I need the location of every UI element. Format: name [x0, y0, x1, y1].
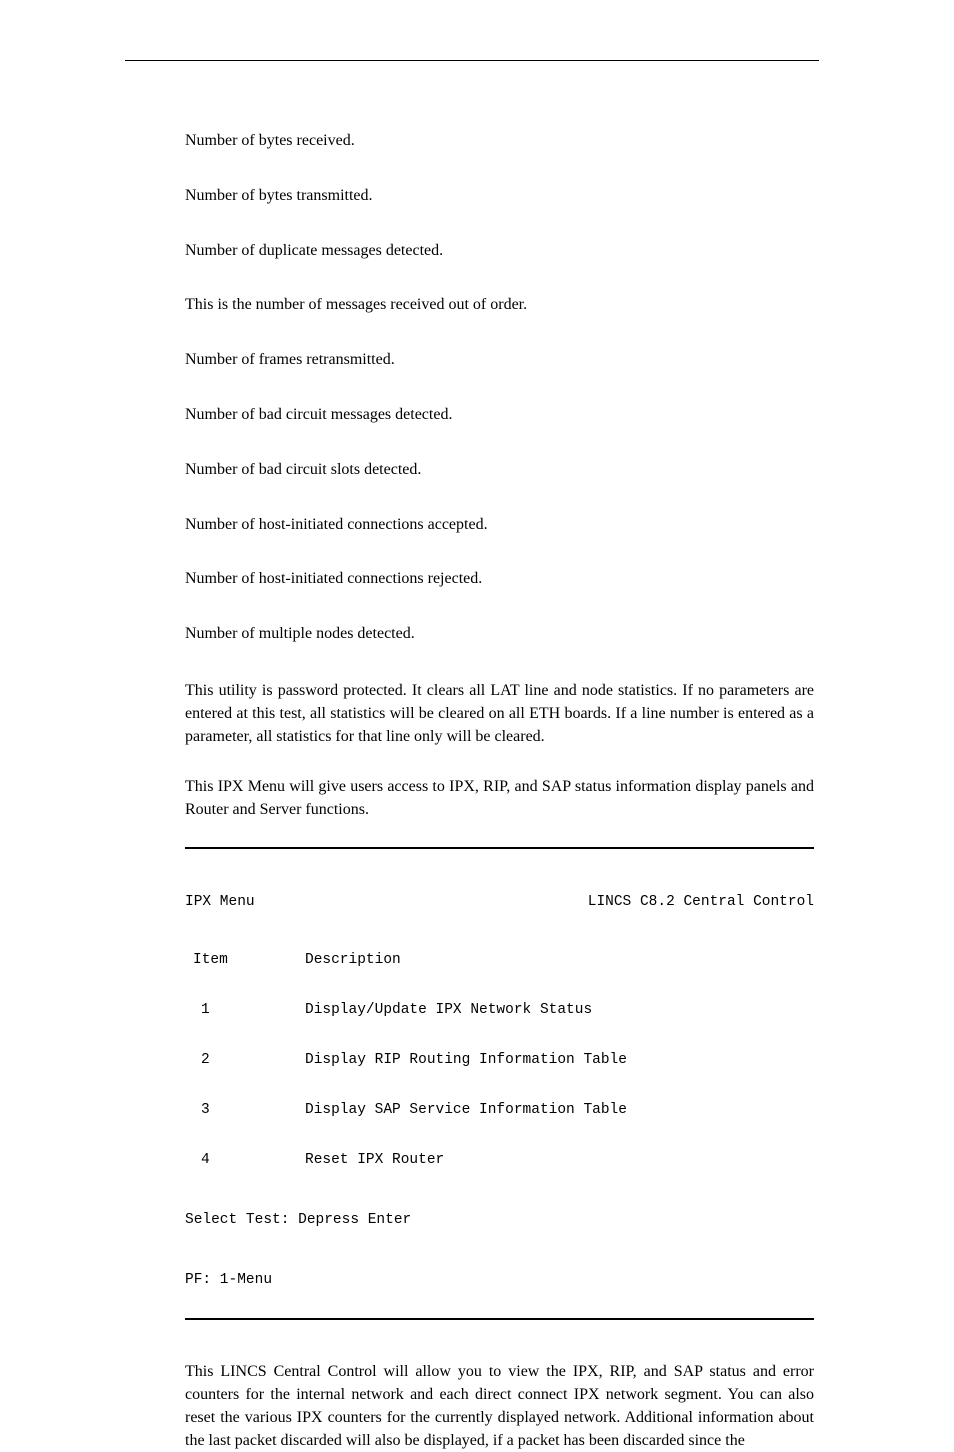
- para-connections-accepted: Number of host-initiated connections acc…: [185, 515, 814, 536]
- terminal-column-headers: Item Description: [185, 952, 814, 969]
- terminal-title-left: IPX Menu: [185, 894, 255, 911]
- para-bytes-received: Number of bytes received.: [185, 131, 814, 152]
- header-rule: [125, 60, 819, 61]
- terminal-select-prompt: Select Test: Depress Enter: [185, 1212, 814, 1229]
- terminal-item-desc: Display RIP Routing Information Table: [305, 1052, 627, 1069]
- para-retransmitted: Number of frames retransmitted.: [185, 350, 814, 371]
- para-connections-rejected: Number of host-initiated connections rej…: [185, 569, 814, 590]
- terminal-item-num: 3: [185, 1102, 305, 1119]
- para-out-of-order: This is the number of messages received …: [185, 295, 814, 316]
- para-multiple-nodes: Number of multiple nodes detected.: [185, 624, 814, 645]
- para-lincs-description: This LINCS Central Control will allow yo…: [185, 1360, 814, 1452]
- terminal-title-right: LINCS C8.2 Central Control: [588, 894, 814, 911]
- terminal-item-desc: Reset IPX Router: [305, 1152, 444, 1169]
- terminal-item-desc: Display SAP Service Information Table: [305, 1102, 627, 1119]
- terminal-item-num: 1: [185, 1002, 305, 1019]
- table-row: 4 Reset IPX Router: [185, 1152, 814, 1169]
- terminal-col-item: Item: [185, 952, 305, 969]
- para-bad-circuit-slots: Number of bad circuit slots detected.: [185, 460, 814, 481]
- terminal-item-num: 2: [185, 1052, 305, 1069]
- terminal-header: IPX Menu LINCS C8.2 Central Control: [185, 894, 814, 911]
- terminal-screen: IPX Menu LINCS C8.2 Central Control Item…: [185, 847, 814, 1320]
- para-bytes-transmitted: Number of bytes transmitted.: [185, 186, 814, 207]
- terminal-item-desc: Display/Update IPX Network Status: [305, 1002, 592, 1019]
- para-utility-description: This utility is password protected. It c…: [185, 679, 814, 749]
- terminal-item-num: 4: [185, 1152, 305, 1169]
- para-ipx-menu-intro: This IPX Menu will give users access to …: [185, 775, 814, 821]
- terminal-pf-line: PF: 1-Menu: [185, 1272, 814, 1289]
- table-row: 1 Display/Update IPX Network Status: [185, 1002, 814, 1019]
- para-duplicate-messages: Number of duplicate messages detected.: [185, 241, 814, 262]
- table-row: 3 Display SAP Service Information Table: [185, 1102, 814, 1119]
- table-row: 2 Display RIP Routing Information Table: [185, 1052, 814, 1069]
- para-bad-circuit-messages: Number of bad circuit messages detected.: [185, 405, 814, 426]
- terminal-col-desc: Description: [305, 952, 401, 969]
